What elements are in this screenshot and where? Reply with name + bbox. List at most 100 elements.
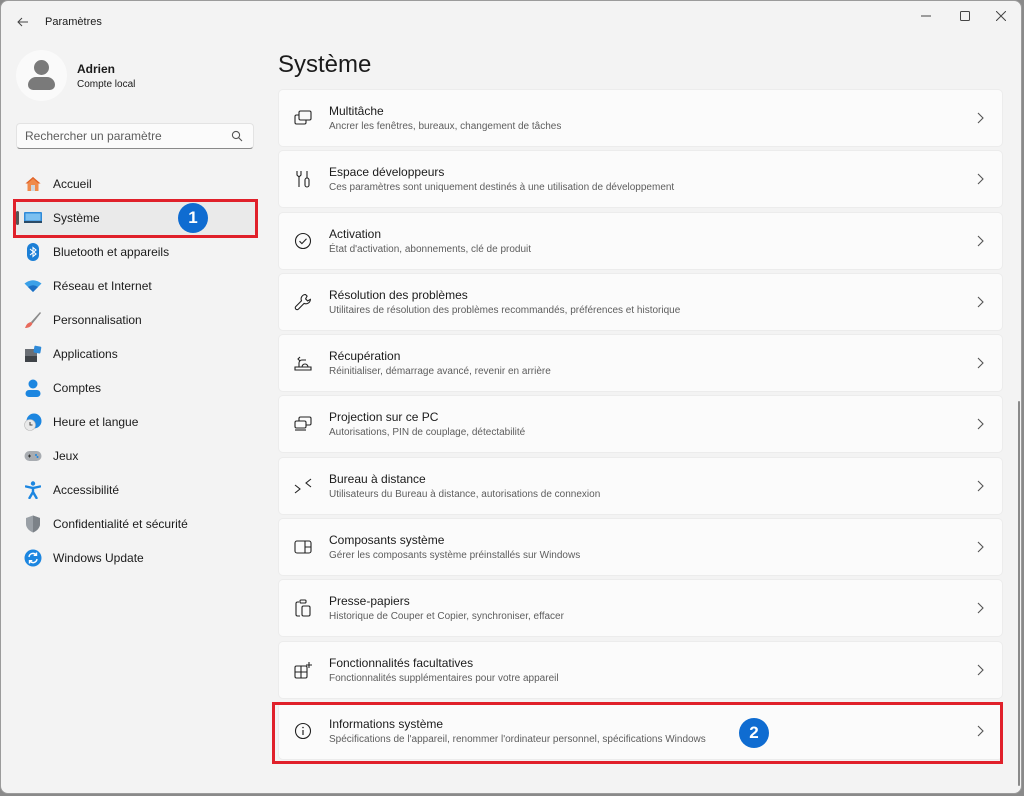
- sidebar-item-accueil[interactable]: Accueil: [16, 167, 256, 201]
- sidebar-item-personnalisation[interactable]: Personnalisation: [16, 303, 256, 337]
- maximize-icon: [960, 11, 970, 21]
- chevron-right-icon: [977, 480, 984, 492]
- card-subtitle: Historique de Couper et Copier, synchron…: [329, 611, 564, 623]
- developer-tools-icon: [293, 169, 313, 189]
- accessibility-icon: [24, 481, 42, 499]
- card-title: Multitâche: [329, 104, 384, 118]
- card-recuperation[interactable]: Récupération Réinitialiser, démarrage ava…: [278, 334, 1003, 393]
- card-subtitle: Réinitialiser, démarrage avancé, revenir…: [329, 366, 551, 378]
- card-composants-systeme[interactable]: Composants système Gérer les composants s…: [278, 518, 1003, 577]
- card-subtitle: Autorisations, PIN de couplage, détectab…: [329, 427, 526, 439]
- close-icon: [996, 11, 1006, 21]
- sidebar-item-comptes[interactable]: Comptes: [16, 371, 256, 405]
- sidebar-item-label: Windows Update: [53, 551, 144, 565]
- sidebar-item-label: Accueil: [53, 177, 92, 191]
- sidebar-item-jeux[interactable]: Jeux: [16, 439, 256, 473]
- sidebar-item-reseau[interactable]: Réseau et Internet: [16, 269, 256, 303]
- card-multitache[interactable]: Multitâche Ancrer les fenêtres, bureaux, …: [278, 89, 1003, 147]
- card-title: Projection sur ce PC: [329, 410, 439, 425]
- card-presse-papiers[interactable]: Presse-papiers Historique de Couper et Co…: [278, 579, 1003, 638]
- sidebar-item-confidentialite[interactable]: Confidentialité et sécurité: [16, 507, 256, 541]
- chevron-right-icon: [977, 357, 984, 369]
- card-bureau-distance[interactable]: Bureau à distance Utilisateurs du Bureau …: [278, 456, 1003, 515]
- recovery-icon: [293, 353, 313, 373]
- clock-globe-icon: [24, 413, 42, 431]
- sidebar-item-systeme[interactable]: Système: [16, 201, 256, 235]
- chevron-right-icon: [977, 602, 984, 614]
- projection-icon: [293, 414, 313, 434]
- sidebar-item-accessibilite[interactable]: Accessibilité: [16, 473, 256, 507]
- card-informations-systeme[interactable]: Informations système Spécifications de l'…: [278, 701, 1003, 760]
- shield-icon: [24, 515, 42, 533]
- card-subtitle: Spécifications de l'appareil, renommer l…: [329, 733, 706, 745]
- sidebar-nav: Accueil Système Bluetooth et appareils R…: [16, 167, 256, 575]
- search-input[interactable]: [25, 129, 225, 143]
- components-icon: [293, 537, 313, 557]
- minimize-button[interactable]: [906, 1, 946, 31]
- card-title: Récupération: [329, 349, 401, 364]
- close-button[interactable]: [981, 1, 1021, 31]
- home-icon: [24, 175, 42, 193]
- chevron-right-icon: [977, 173, 984, 185]
- sidebar-item-windows-update[interactable]: Windows Update: [16, 541, 256, 575]
- bluetooth-icon: [24, 243, 42, 261]
- account-icon: [24, 379, 42, 397]
- wrench-icon: [293, 292, 313, 312]
- card-subtitle: Ancrer les fenêtres, bureaux, changement…: [329, 121, 562, 132]
- chevron-right-icon: [977, 112, 984, 124]
- chevron-right-icon: [977, 419, 984, 430]
- page-title: Système: [278, 51, 372, 78]
- sidebar-item-label: Applications: [53, 347, 118, 361]
- sidebar-item-label: Système: [53, 211, 100, 225]
- avatar-head-icon: [34, 60, 49, 75]
- sidebar-item-label: Comptes: [53, 381, 102, 395]
- gamepad-icon: [24, 447, 42, 465]
- system-icon: [24, 209, 42, 227]
- card-espace-developpeurs[interactable]: Espace développeurs Ces paramètres sont u…: [278, 150, 1003, 209]
- card-subtitle: Ces paramètres sont uniquement destinés …: [329, 182, 675, 194]
- update-icon: [24, 549, 42, 567]
- avatar: [16, 50, 67, 101]
- scrollbar[interactable]: [1018, 401, 1020, 786]
- back-arrow-icon: [17, 17, 28, 27]
- title-bar: Paramètres: [1, 1, 1021, 41]
- card-fonctionnalites-facultatives[interactable]: Fonctionnalités facultatives Fonctionnali…: [278, 640, 1003, 699]
- multitask-icon: [293, 108, 313, 128]
- sidebar-item-heure[interactable]: Heure et langue: [16, 405, 256, 439]
- sidebar-item-applications[interactable]: Applications: [16, 337, 256, 371]
- card-subtitle: Utilitaires de résolution des problèmes …: [329, 304, 681, 316]
- sidebar-item-label: Bluetooth et appareils: [53, 245, 170, 259]
- card-subtitle: Gérer les composants système préinstallé…: [329, 550, 581, 562]
- card-activation[interactable]: Activation État d'activation, abonnements…: [278, 211, 1003, 270]
- step-badge-1: 1: [178, 203, 208, 233]
- card-title: Résolution des problèmes: [329, 287, 468, 302]
- maximize-button[interactable]: [945, 1, 985, 31]
- step-badge-2: 2: [739, 718, 769, 748]
- sidebar-item-label: Accessibilité: [53, 483, 120, 497]
- info-icon: [293, 721, 313, 741]
- profile-account-type: Compte local: [77, 78, 136, 90]
- user-profile[interactable]: Adrien Compte local: [16, 50, 135, 101]
- app-title: Paramètres: [45, 16, 102, 28]
- search-box[interactable]: [16, 123, 254, 149]
- minimize-icon: [921, 15, 931, 17]
- sidebar-item-label: Réseau et Internet: [53, 279, 152, 293]
- card-title: Bureau à distance: [329, 471, 426, 486]
- back-button[interactable]: [9, 9, 37, 35]
- sidebar-item-bluetooth[interactable]: Bluetooth et appareils: [16, 235, 256, 269]
- settings-window: Paramètres Adrien Compte local Recherche…: [0, 0, 1022, 794]
- sidebar-item-label: Jeux: [53, 449, 79, 463]
- card-title: Activation: [329, 226, 382, 241]
- search-icon: [231, 130, 243, 142]
- chevron-right-icon: [977, 541, 984, 553]
- remote-desktop-icon: [293, 476, 313, 496]
- card-title: Espace développeurs: [329, 165, 445, 180]
- settings-list: Multitâche Ancrer les fenêtres, bureaux, …: [278, 89, 1003, 763]
- optional-features-icon: [293, 660, 313, 680]
- card-title: Fonctionnalités facultatives: [329, 655, 474, 670]
- chevron-right-icon: [977, 235, 984, 246]
- apps-icon: [24, 345, 42, 363]
- card-resolution-problemes[interactable]: Résolution des problèmes Utilitaires de r…: [278, 272, 1003, 331]
- card-projection[interactable]: Projection sur ce PC Autorisations, PIN d…: [278, 395, 1003, 454]
- card-subtitle: État d'activation, abonnements, clé de p…: [329, 243, 532, 255]
